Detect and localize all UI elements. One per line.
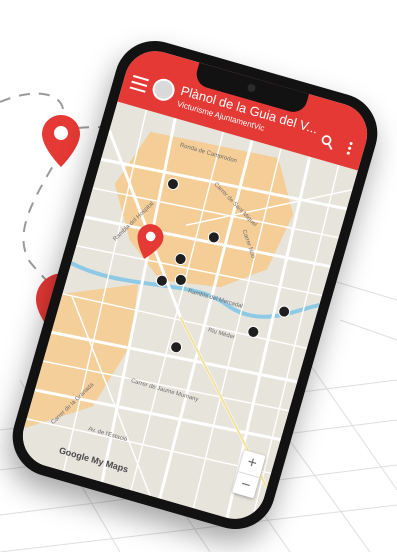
location-pin-icon	[42, 115, 80, 167]
more-vert-icon[interactable]	[346, 141, 354, 156]
search-icon[interactable]	[319, 133, 336, 150]
camera-icon	[246, 82, 257, 93]
avatar	[149, 76, 178, 104]
menu-icon[interactable]	[129, 74, 149, 93]
